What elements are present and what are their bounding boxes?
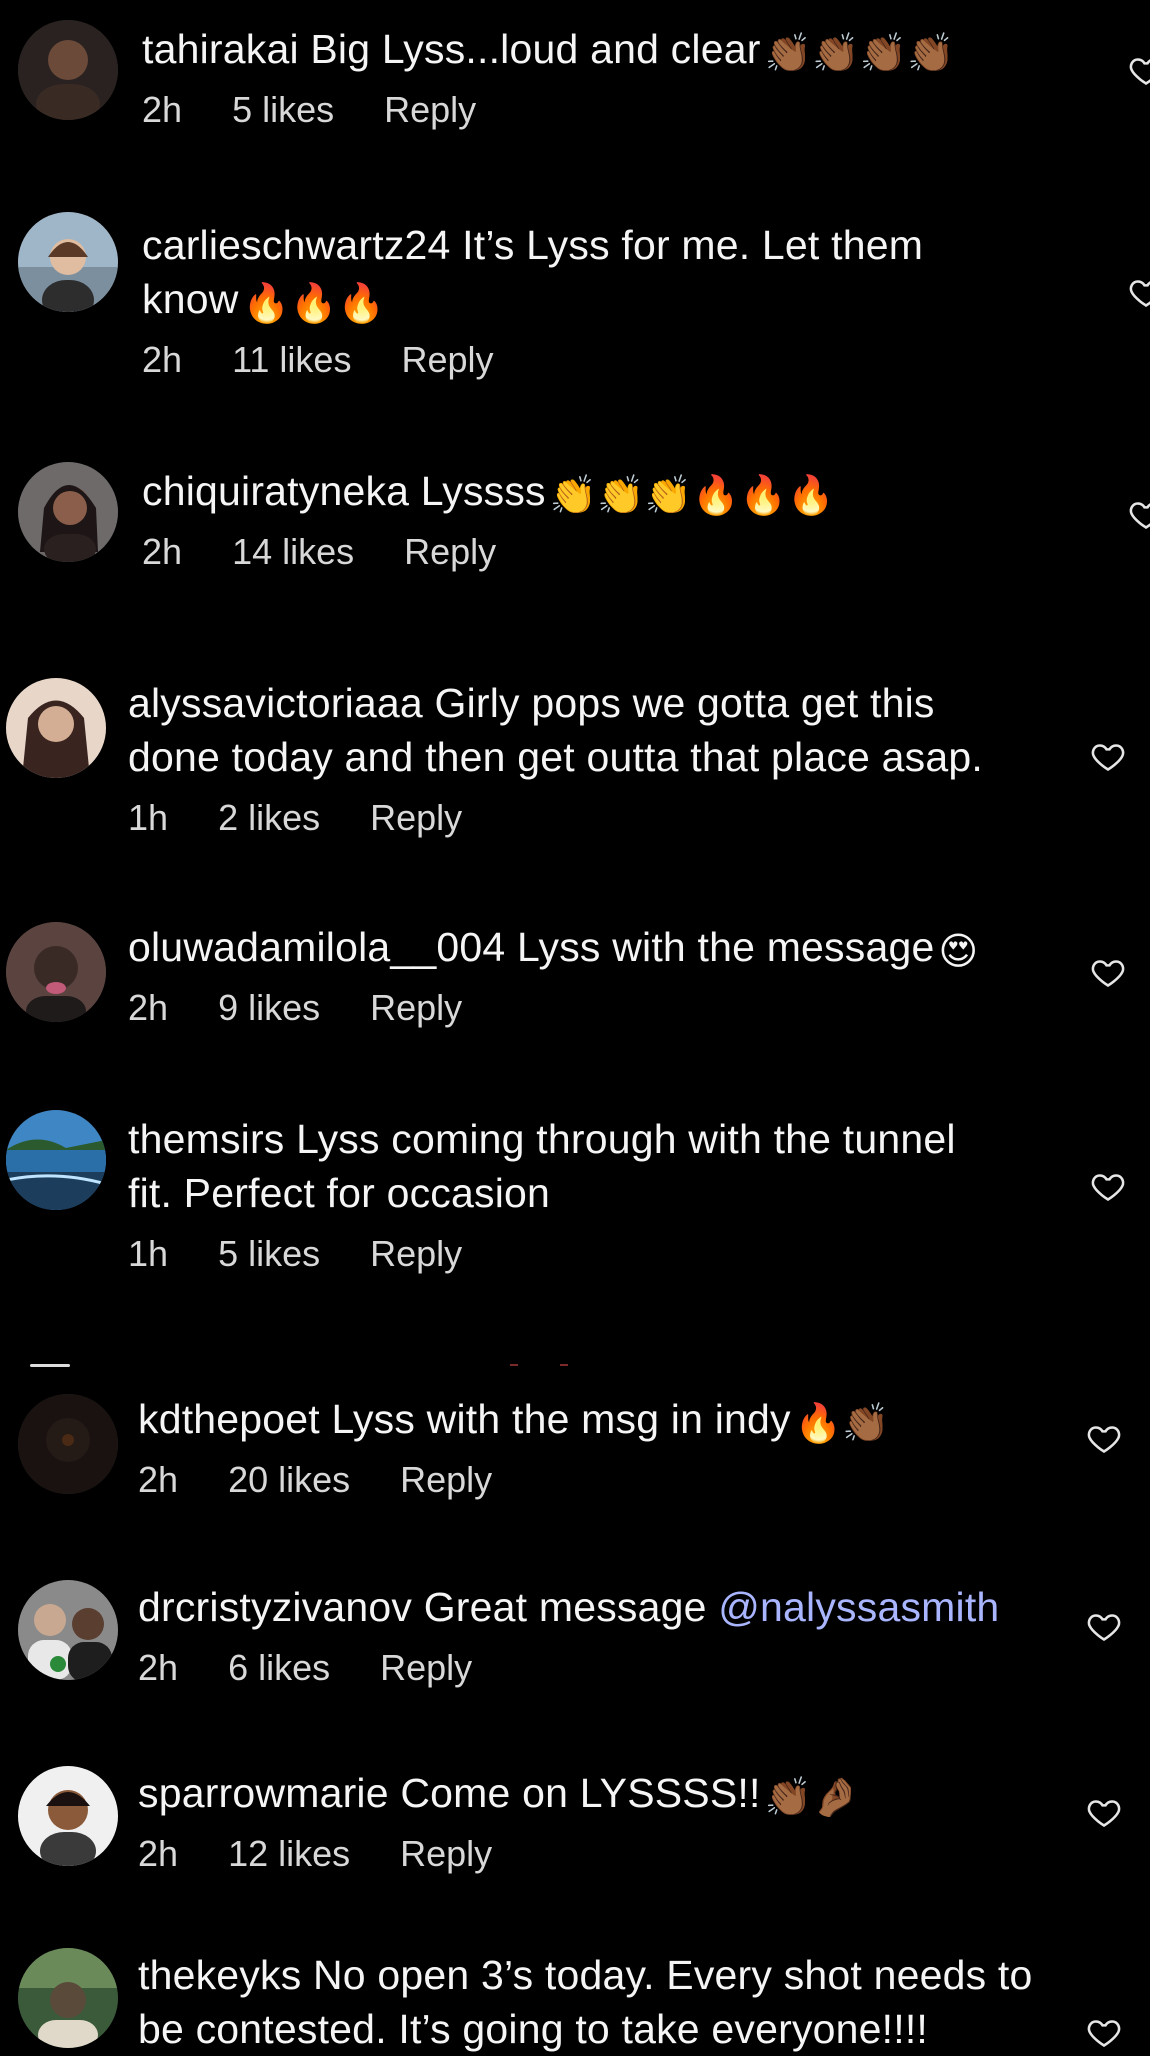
username[interactable]: themsirs: [128, 1116, 285, 1162]
comment-message: Lyss with the message: [517, 924, 935, 970]
comment-text: chiquiratyneka Lyssss 👏👏👏🔥🔥🔥: [142, 464, 1042, 518]
comment-message: Lyss with the msg in indy: [331, 1396, 791, 1442]
comment-text: alyssavictoriaaa Girly pops we gotta get…: [128, 676, 1028, 784]
comment-meta: 2h 6 likes Reply: [138, 1646, 1038, 1690]
comment-time: 2h: [128, 987, 169, 1028]
comment-time: 2h: [142, 89, 183, 130]
likes-count[interactable]: 11 likes: [232, 339, 351, 380]
avatar[interactable]: [6, 922, 106, 1022]
emoji: 🔥👏🏾: [794, 1403, 890, 1445]
likes-count[interactable]: 9 likes: [218, 987, 320, 1028]
username[interactable]: sparrowmarie: [138, 1770, 389, 1816]
mention-link[interactable]: @nalyssasmith: [718, 1584, 999, 1630]
username[interactable]: oluwadamilola__004: [128, 924, 505, 970]
avatar[interactable]: [18, 1948, 118, 2048]
comment-message: Big Lyss...loud and clear: [310, 26, 761, 72]
comment-text: sparrowmarie Come on LYSSSS!! 👏🏾🤌🏾: [138, 1766, 1038, 1820]
heart-outline-icon[interactable]: [1090, 738, 1126, 774]
comment-meta: 2h 14 likes Reply: [142, 530, 1042, 574]
comment-text: themsirs Lyss coming through with the tu…: [128, 1112, 1008, 1220]
divider: [20, 1355, 580, 1367]
avatar[interactable]: [18, 1394, 118, 1494]
heart-outline-icon[interactable]: [1086, 1608, 1122, 1644]
avatar[interactable]: [6, 1110, 106, 1210]
comment-meta: 2h 12 likes Reply: [138, 1832, 1038, 1876]
likes-count[interactable]: 5 likes: [218, 1233, 320, 1274]
username[interactable]: thekeyks: [138, 1952, 301, 1998]
heart-outline-icon[interactable]: [1128, 274, 1150, 310]
comment-message: Great message: [423, 1584, 707, 1630]
heart-outline-icon[interactable]: [1128, 496, 1150, 532]
reply-button[interactable]: Reply: [380, 1647, 472, 1688]
comment-time: 2h: [138, 1647, 179, 1688]
comment-message: Come on LYSSSS!!: [400, 1770, 761, 1816]
reply-button[interactable]: Reply: [384, 89, 476, 130]
comment-time: 2h: [138, 1459, 179, 1500]
comment-time: 2h: [138, 1833, 179, 1874]
emoji: 😍: [938, 931, 979, 973]
avatar[interactable]: [18, 20, 118, 120]
comment-meta: 2h 5 likes Reply: [142, 88, 1042, 132]
reply-button[interactable]: Reply: [400, 1833, 492, 1874]
avatar[interactable]: [6, 678, 106, 778]
heart-outline-icon[interactable]: [1086, 2014, 1122, 2050]
username[interactable]: kdthepoet: [138, 1396, 320, 1442]
avatar[interactable]: [18, 212, 118, 312]
heart-outline-icon[interactable]: [1090, 1168, 1126, 1204]
comment-text: tahirakai Big Lyss...loud and clear 👏🏾👏🏾👏…: [142, 22, 1042, 76]
emoji: 🔥🔥🔥: [242, 283, 386, 325]
reply-button[interactable]: Reply: [370, 987, 462, 1028]
username[interactable]: drcristyzivanov: [138, 1584, 412, 1630]
comment-text: drcristyzivanov Great message @nalyssasm…: [138, 1580, 1038, 1634]
likes-count[interactable]: 12 likes: [228, 1833, 350, 1874]
reply-button[interactable]: Reply: [401, 339, 493, 380]
username[interactable]: chiquiratyneka: [142, 468, 409, 514]
comment-text: kdthepoet Lyss with the msg in indy 🔥👏🏾: [138, 1392, 1038, 1446]
heart-outline-icon[interactable]: [1128, 52, 1150, 88]
comment-meta: 1h 5 likes Reply: [128, 1232, 1028, 1276]
comment-time: 1h: [128, 797, 169, 838]
reply-button[interactable]: Reply: [404, 531, 496, 572]
likes-count[interactable]: 20 likes: [228, 1459, 350, 1500]
likes-count[interactable]: 14 likes: [232, 531, 354, 572]
avatar[interactable]: [18, 1766, 118, 1866]
avatar[interactable]: [18, 1580, 118, 1680]
reply-button[interactable]: Reply: [370, 1233, 462, 1274]
likes-count[interactable]: 2 likes: [218, 797, 320, 838]
username[interactable]: tahirakai: [142, 26, 299, 72]
heart-outline-icon[interactable]: [1086, 1794, 1122, 1830]
comment-time: 2h: [142, 531, 183, 572]
comment-text: thekeyks No open 3’s today. Every shot n…: [138, 1948, 1048, 2056]
comment-time: 1h: [128, 1233, 169, 1274]
username[interactable]: alyssavictoriaaa: [128, 680, 423, 726]
comment-time: 2h: [142, 339, 183, 380]
emoji: 👏🏾🤌🏾: [764, 1777, 860, 1819]
comment-text: carlieschwartz24 It’s Lyss for me. Let t…: [142, 218, 1022, 326]
emoji: 👏🏾👏🏾👏🏾👏🏾: [764, 33, 955, 75]
likes-count[interactable]: 5 likes: [232, 89, 334, 130]
comment-text: oluwadamilola__004 Lyss with the message…: [128, 920, 1028, 974]
comment-meta: 2h 11 likes Reply: [142, 338, 1042, 382]
heart-outline-icon[interactable]: [1086, 1420, 1122, 1456]
username[interactable]: carlieschwartz24: [142, 222, 451, 268]
emoji: 👏👏👏🔥🔥🔥: [549, 475, 835, 517]
reply-button[interactable]: Reply: [400, 1459, 492, 1500]
reply-button[interactable]: Reply: [370, 797, 462, 838]
avatar[interactable]: [18, 462, 118, 562]
likes-count[interactable]: 6 likes: [228, 1647, 330, 1688]
comment-message: Lyssss: [420, 468, 546, 514]
comment-meta: 1h 2 likes Reply: [128, 796, 1028, 840]
comment-meta: 2h 9 likes Reply: [128, 986, 1028, 1030]
heart-outline-icon[interactable]: [1090, 954, 1126, 990]
comment-meta: 2h 20 likes Reply: [138, 1458, 1038, 1502]
